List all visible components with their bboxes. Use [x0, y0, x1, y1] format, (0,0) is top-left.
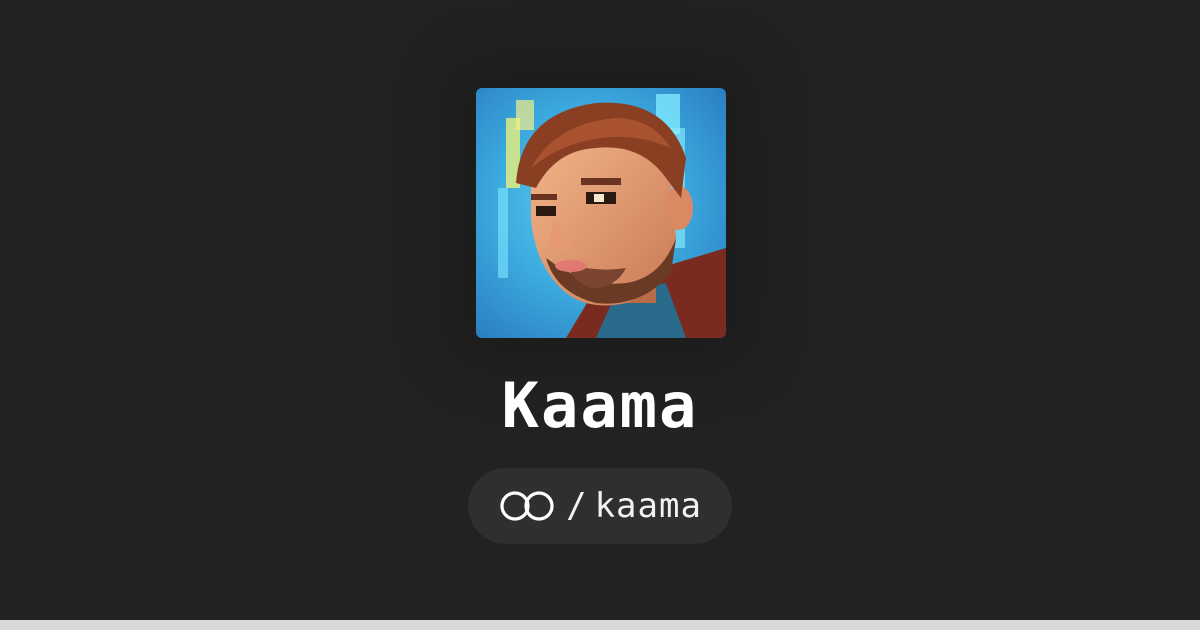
- profile-handle-link[interactable]: / kaama: [468, 468, 732, 544]
- profile-card: Kaama / kaama: [0, 0, 1200, 620]
- display-name: Kaama: [501, 369, 699, 442]
- avatar: [476, 88, 726, 338]
- linked-rings-icon: [500, 491, 554, 521]
- handle-separator: /: [566, 486, 587, 526]
- bottom-bar: [0, 620, 1200, 630]
- handle-text: kaama: [594, 486, 702, 526]
- avatar-portrait-image: [476, 88, 726, 338]
